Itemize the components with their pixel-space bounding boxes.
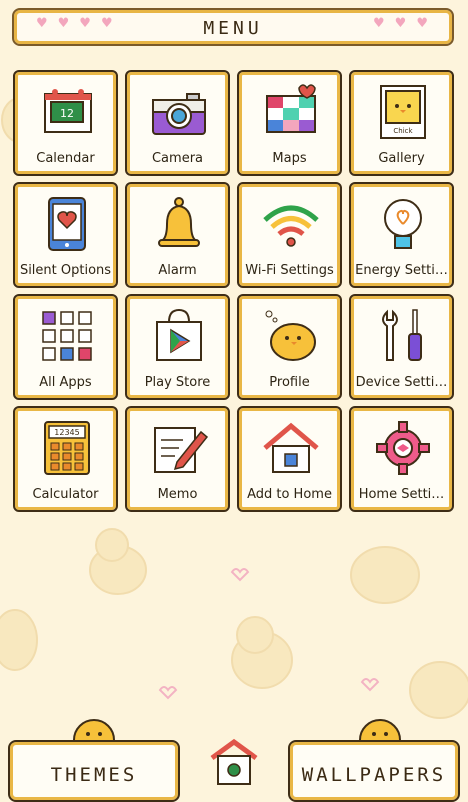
calculator-display: 12345 (54, 428, 79, 437)
maps-icon (266, 84, 316, 133)
lightbulb-icon (384, 199, 422, 249)
wallpapers-button[interactable]: WALLPAPERS (288, 740, 460, 802)
app-tile-profile[interactable]: Profile (237, 294, 342, 400)
calculator-icon: 12345 (44, 421, 90, 475)
app-label: Calendar (36, 151, 95, 166)
app-label: All Apps (39, 375, 92, 390)
app-tile-play-store[interactable]: Play Store (125, 294, 230, 400)
calendar-icon: 12 (44, 89, 92, 133)
camera-icon (152, 93, 206, 135)
play-store-bag-icon (156, 308, 202, 361)
tools-icon (382, 309, 422, 361)
app-grid: 12 Calendar Camera Maps Chick Gallery Si… (13, 70, 455, 512)
birdhouse-icon[interactable] (210, 738, 258, 788)
app-tile-silent-options[interactable]: Silent Options (13, 182, 118, 288)
app-tile-wifi-settings[interactable]: Wi-Fi Settings (237, 182, 342, 288)
gallery-caption: Chick (393, 127, 413, 135)
app-tile-memo[interactable]: Memo (125, 406, 230, 512)
app-tile-gallery[interactable]: Chick Gallery (349, 70, 454, 176)
app-label: Play Store (144, 375, 211, 390)
app-tile-calculator[interactable]: 12345 Calculator (13, 406, 118, 512)
app-tile-maps[interactable]: Maps (237, 70, 342, 176)
app-label: Home Setti… (358, 487, 445, 502)
app-label: Silent Options (19, 263, 112, 278)
app-label: Memo (157, 487, 198, 502)
wallpapers-label: WALLPAPERS (301, 764, 447, 786)
app-tile-all-apps[interactable]: All Apps (13, 294, 118, 400)
house-icon (263, 422, 319, 473)
app-label: Add to Home (247, 487, 332, 502)
app-label: Camera (151, 151, 204, 166)
app-tile-home-settings[interactable]: Home Setti… (349, 406, 454, 512)
memo-pencil-icon (154, 427, 209, 473)
app-label: Alarm (158, 263, 197, 278)
chick-icon (265, 310, 316, 361)
pink-gear-icon (376, 421, 430, 475)
app-label: Maps (272, 151, 307, 166)
app-tile-calendar[interactable]: 12 Calendar (13, 70, 118, 176)
app-label: Wi-Fi Settings (245, 263, 334, 278)
app-label: Device Setti… (355, 375, 448, 390)
themes-label: THEMES (50, 764, 138, 786)
calendar-date: 12 (60, 107, 74, 120)
app-tile-alarm[interactable]: Alarm (125, 182, 230, 288)
app-grid-icon (42, 311, 92, 361)
themes-button[interactable]: THEMES (8, 740, 180, 802)
gallery-icon: Chick (380, 85, 426, 139)
app-label: Calculator (32, 487, 99, 502)
bell-icon (158, 197, 200, 247)
app-label: Energy Setti… (355, 263, 448, 278)
app-label: Gallery (378, 151, 425, 166)
app-tile-energy-settings[interactable]: Energy Setti… (349, 182, 454, 288)
app-tile-add-to-home[interactable]: Add to Home (237, 406, 342, 512)
app-tile-camera[interactable]: Camera (125, 70, 230, 176)
heart-icons-right: ♥♥♥ (373, 16, 438, 31)
app-label: Profile (269, 375, 310, 390)
wifi-icon (263, 205, 319, 247)
menu-header: ♥♥♥♥ MENU ♥♥♥ (12, 8, 454, 46)
app-tile-device-settings[interactable]: Device Setti… (349, 294, 454, 400)
silent-phone-icon (48, 197, 86, 251)
